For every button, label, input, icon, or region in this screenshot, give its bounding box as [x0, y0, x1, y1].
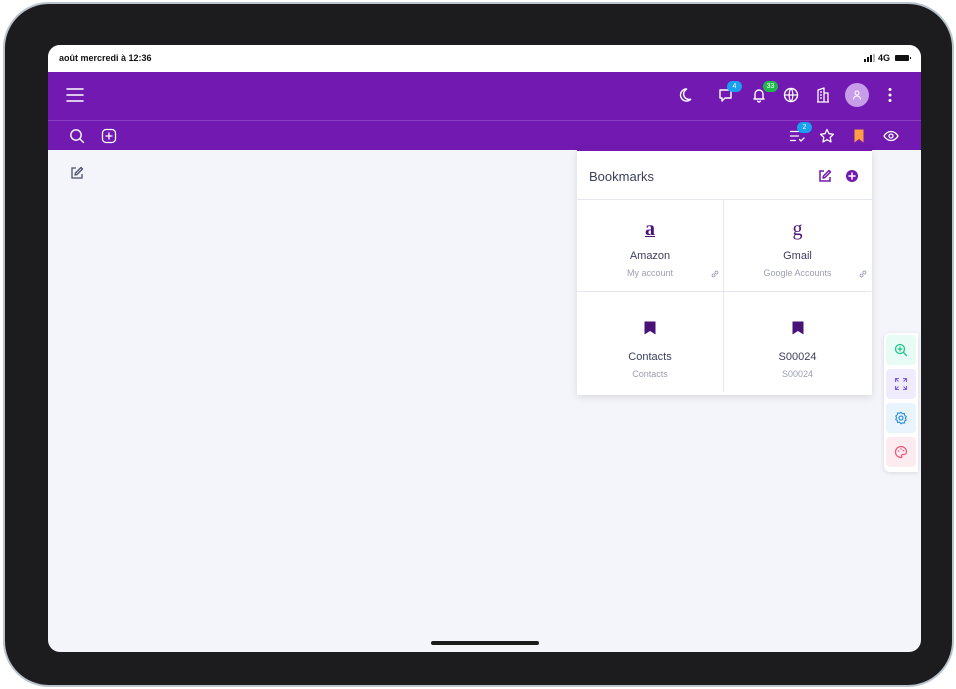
bookmark-contacts[interactable]: Contacts Contacts [577, 292, 724, 392]
more-vertical-icon[interactable] [882, 87, 898, 103]
status-time: août mercredi à 12:36 [59, 53, 152, 63]
notifications-button[interactable]: 33 [751, 81, 778, 103]
zoom-in-icon[interactable] [886, 335, 916, 365]
tablet-frame: août mercredi à 12:36 4G 4 33 2 Bookmark… [3, 2, 954, 687]
bookmark-name: Contacts [628, 351, 672, 363]
search-icon[interactable] [69, 128, 85, 144]
bookmarks-grid: a Amazon My account g Gmail Google Accou… [577, 200, 872, 392]
moon-icon[interactable] [677, 87, 693, 103]
bookmark-name: Gmail [783, 250, 812, 262]
amazon-icon: a [645, 218, 655, 240]
top-bar: 4 33 [48, 72, 921, 120]
bookmark-subtitle: S00024 [781, 369, 814, 379]
bookmark-name: S00024 [778, 351, 817, 363]
network-label: 4G [877, 53, 890, 63]
avatar[interactable] [845, 83, 869, 107]
link-icon [859, 265, 867, 283]
side-toolbar [884, 333, 918, 472]
sub-bar: 2 [48, 120, 921, 150]
bookmark-subtitle: Google Accounts [763, 268, 832, 278]
palette-icon[interactable] [886, 437, 916, 467]
status-right: 4G [863, 53, 911, 63]
status-bar: août mercredi à 12:36 4G [48, 45, 921, 72]
eye-icon[interactable] [883, 128, 899, 144]
edit-icon[interactable] [70, 166, 84, 185]
link-icon [711, 265, 719, 283]
add-bookmark-icon[interactable] [845, 169, 859, 188]
battery-icon [895, 55, 911, 61]
bookmarks-panel: Bookmarks a Amazon My account g Gmail Go… [577, 149, 872, 395]
hamburger-icon[interactable] [66, 87, 84, 103]
globe-icon[interactable] [783, 87, 799, 103]
screen: août mercredi à 12:36 4G 4 33 2 Bookmark… [48, 45, 921, 652]
bookmark-toggle-icon[interactable] [851, 128, 867, 144]
bookmark-name: Amazon [629, 250, 671, 262]
bookmark-s00024[interactable]: S00024 S00024 [724, 292, 871, 392]
gmail-icon: g [792, 218, 803, 240]
bookmark-amazon[interactable]: a Amazon My account [577, 200, 724, 292]
home-indicator [431, 641, 539, 645]
signal-icon [863, 54, 875, 62]
star-icon[interactable] [819, 128, 835, 144]
tasks-badge: 2 [797, 122, 812, 133]
bookmarks-title: Bookmarks [589, 169, 655, 184]
bookmark-icon [724, 318, 871, 341]
bookmark-subtitle: Contacts [632, 369, 668, 379]
bookmark-gmail[interactable]: g Gmail Google Accounts [724, 200, 871, 292]
bookmark-subtitle: My account [626, 268, 674, 278]
edit-bookmarks-icon[interactable] [818, 169, 832, 188]
bookmark-icon [577, 318, 723, 341]
settings-icon[interactable] [886, 403, 916, 433]
expand-icon[interactable] [886, 369, 916, 399]
messages-badge: 4 [727, 81, 742, 92]
add-icon[interactable] [101, 128, 117, 144]
notifications-badge: 33 [763, 81, 778, 92]
messages-button[interactable]: 4 [718, 81, 742, 103]
bookmarks-header: Bookmarks [577, 151, 872, 200]
building-icon[interactable] [815, 87, 831, 103]
tasks-button[interactable]: 2 [789, 122, 812, 144]
